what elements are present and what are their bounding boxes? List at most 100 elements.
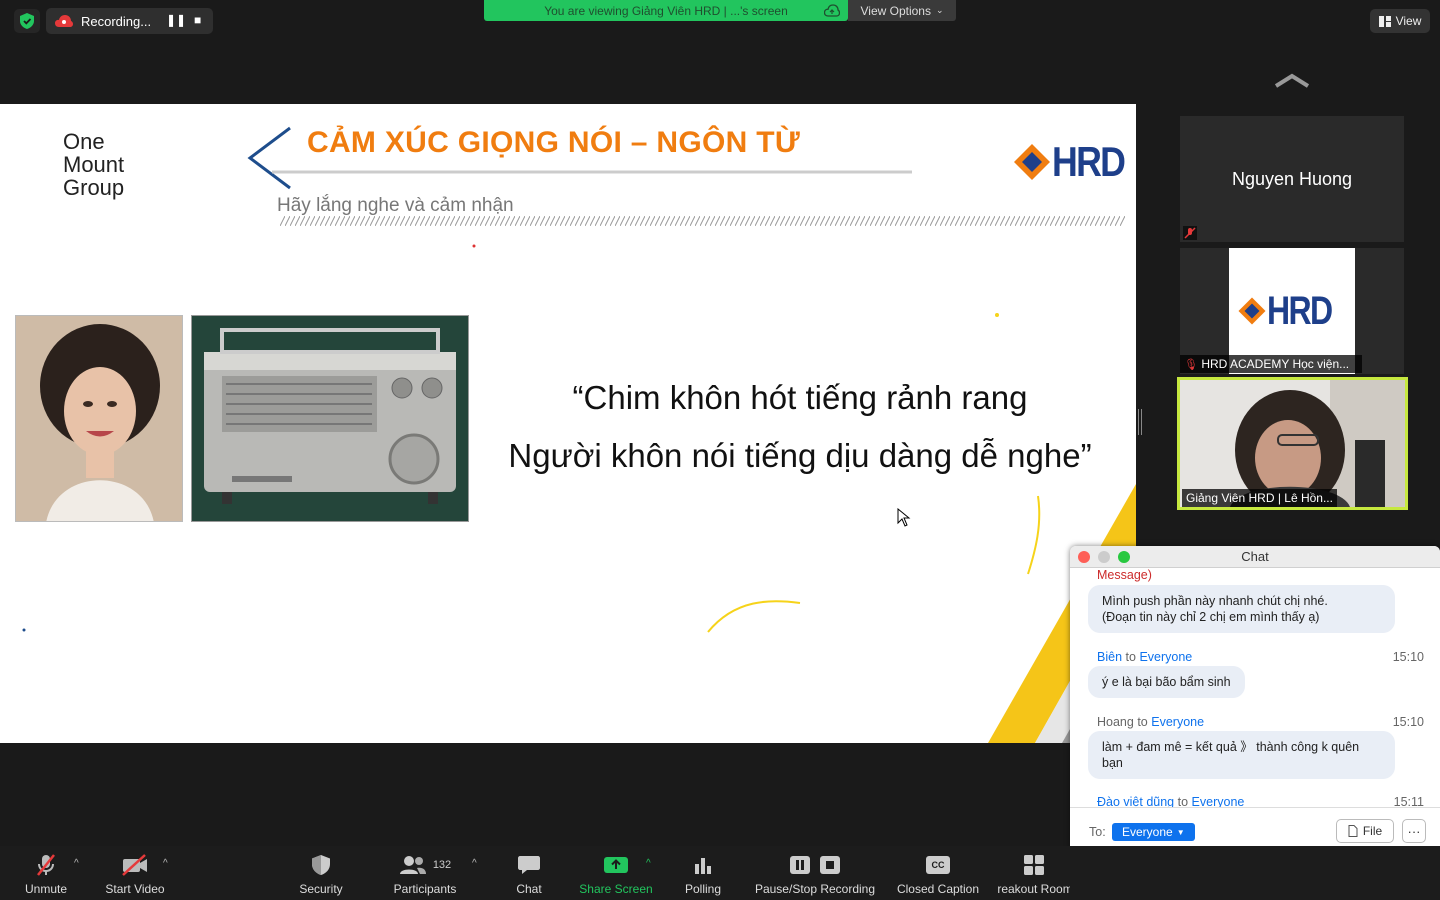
security-button[interactable]: Security bbox=[290, 846, 352, 900]
cloud-sync-icon bbox=[824, 4, 840, 17]
share-screen-icon bbox=[604, 857, 628, 873]
participants-label: Participants bbox=[393, 882, 457, 896]
hrd-diamond-icon bbox=[1238, 297, 1266, 325]
chat-messages[interactable]: Message) Mình push phần này nhanh chút c… bbox=[1070, 568, 1440, 807]
zoom-window-button[interactable] bbox=[1118, 551, 1130, 563]
message-text: (Đoạn tin này chỉ 2 chị em mình thấy ạ) bbox=[1102, 610, 1320, 624]
grid-view-icon bbox=[1378, 15, 1391, 27]
private-message-tag: Message) bbox=[1097, 568, 1152, 582]
chat-message-bubble[interactable]: ý e là bại bão bẩm sinh bbox=[1088, 666, 1245, 698]
pause-stop-recording-label: Pause/Stop Recording bbox=[754, 882, 876, 896]
participant-label-text: HRD ACADEMY Học viện... bbox=[1201, 357, 1350, 371]
more-options-button[interactable]: ··· bbox=[1402, 819, 1426, 843]
share-screen-button[interactable]: Share Screen bbox=[574, 846, 658, 900]
message-sender: Biên to Everyone bbox=[1097, 650, 1192, 664]
participants-button[interactable]: 132 Participants bbox=[386, 846, 464, 900]
to-word: to bbox=[1177, 795, 1189, 807]
recipient-value: Everyone bbox=[1122, 825, 1173, 839]
breakout-rooms-button[interactable]: Breakout Rooms bbox=[998, 846, 1070, 900]
chat-message-bubble[interactable]: Mình push phần này nhanh chút chị nhé. (… bbox=[1088, 585, 1395, 633]
participants-icon bbox=[399, 856, 426, 874]
message-text: ý e là bại bão bẩm sinh bbox=[1102, 675, 1231, 689]
recipient-name: Everyone bbox=[1151, 715, 1205, 729]
pause-icon bbox=[790, 856, 810, 874]
recipient-name: Everyone bbox=[1191, 795, 1245, 807]
share-screen-label: Share Screen bbox=[579, 882, 653, 896]
to-word: to bbox=[1137, 715, 1148, 729]
video-options-caret-icon[interactable]: ^ bbox=[163, 858, 168, 869]
chevron-down-icon: ⌄ bbox=[935, 5, 944, 15]
view-button-label: View bbox=[1395, 14, 1422, 28]
speaker-video bbox=[1180, 380, 1405, 507]
message-text: bạn bbox=[1102, 756, 1123, 770]
bar-chart-icon bbox=[695, 858, 711, 874]
file-icon bbox=[1348, 825, 1358, 837]
shared-screen-slide: One Mount Group CẢM XÚC GIỌNG NÓI – NGÔN… bbox=[0, 104, 1136, 743]
participant-tile-active-speaker[interactable]: Giảng Viên HRD | Lê Hồn... bbox=[1177, 377, 1408, 510]
file-button[interactable]: File bbox=[1336, 819, 1394, 843]
viewing-banner-text: You are viewing Giảng Viên HRD | ...'s s… bbox=[544, 3, 788, 18]
stop-recording-icon[interactable]: ■ bbox=[194, 13, 201, 27]
chat-bubble-icon bbox=[518, 856, 540, 874]
minimize-window-button[interactable] bbox=[1098, 551, 1110, 563]
recording-indicator: Recording... ❚❚ ■ bbox=[46, 8, 213, 34]
video-off-icon bbox=[122, 854, 147, 876]
participant-tile-nguyen-huong[interactable]: Nguyen Huong bbox=[1180, 116, 1404, 242]
top-bar: Recording... ❚❚ ■ You are viewing Giảng … bbox=[0, 0, 1440, 44]
share-options-caret-icon[interactable]: ^ bbox=[646, 858, 651, 869]
caret-down-icon: ▼ bbox=[1176, 827, 1185, 837]
participant-tile-hrd-academy[interactable]: HRD 🎙 HRD ACADEMY Học viện... bbox=[1180, 248, 1404, 374]
close-window-button[interactable] bbox=[1078, 551, 1090, 563]
message-time: 15:11 bbox=[1393, 795, 1424, 807]
participants-count: 132 bbox=[432, 859, 452, 871]
audio-options-caret-icon[interactable]: ^ bbox=[74, 858, 79, 869]
slide-decorations bbox=[22, 244, 1136, 743]
to-label: To: bbox=[1089, 825, 1106, 839]
stop-icon bbox=[820, 856, 840, 874]
participant-name: Nguyen Huong bbox=[1231, 168, 1353, 189]
participants-options-caret-icon[interactable]: ^ bbox=[472, 858, 477, 869]
chat-titlebar[interactable]: Chat bbox=[1070, 546, 1440, 568]
sender-name: Đào việt dũng bbox=[1097, 795, 1175, 807]
message-text: Mình push phần này nhanh chút chị nhé. bbox=[1102, 594, 1328, 608]
unmute-label: Unmute bbox=[24, 882, 68, 896]
message-sender: Đào việt dũng to Everyone bbox=[1097, 795, 1244, 807]
cloud-recording-icon bbox=[55, 15, 73, 27]
file-button-label: File bbox=[1362, 824, 1383, 838]
start-video-label: Start Video bbox=[105, 882, 165, 896]
shield-icon bbox=[312, 855, 330, 875]
closed-caption-label: Closed Caption bbox=[896, 882, 980, 896]
encryption-shield-icon[interactable] bbox=[14, 9, 40, 33]
sender-name: Biên bbox=[1097, 650, 1123, 664]
view-options-menu[interactable]: View Options ⌄ bbox=[848, 0, 956, 21]
sender-name: Hoang bbox=[1097, 715, 1134, 729]
recording-label: Recording... bbox=[81, 13, 152, 29]
message-time: 15:10 bbox=[1392, 650, 1424, 664]
recipient-name: Everyone bbox=[1139, 650, 1193, 664]
chat-button[interactable]: Chat bbox=[508, 846, 550, 900]
pause-stop-recording-button[interactable]: Pause/Stop Recording bbox=[752, 846, 878, 900]
recipient-select[interactable]: Everyone ▼ bbox=[1112, 823, 1195, 841]
panel-resize-handle[interactable] bbox=[1138, 409, 1142, 435]
chevron-up-icon[interactable] bbox=[1272, 70, 1312, 90]
muted-microphone-icon bbox=[37, 854, 55, 876]
muted-mic-icon: 🎙 bbox=[1184, 359, 1198, 371]
participant-label-text: Giảng Viên HRD | Lê Hồn... bbox=[1182, 489, 1337, 507]
message-sender: Hoang to Everyone bbox=[1097, 715, 1204, 729]
polling-button[interactable]: Polling bbox=[680, 846, 726, 900]
unmute-button[interactable]: Unmute bbox=[18, 846, 74, 900]
view-options-label: View Options bbox=[860, 3, 931, 18]
closed-caption-button[interactable]: CC Closed Caption bbox=[894, 846, 982, 900]
muted-mic-icon bbox=[1183, 226, 1197, 240]
message-time: 15:10 bbox=[1392, 715, 1424, 729]
message-text: làm + đam mê = kết quả 》 thành công k qu… bbox=[1102, 740, 1360, 754]
chat-label: Chat bbox=[516, 882, 542, 896]
start-video-button[interactable]: Start Video bbox=[100, 846, 170, 900]
meeting-toolbar: Unmute ^ Start Video ^ Security 132 Part… bbox=[0, 846, 1440, 900]
polling-label: Polling bbox=[684, 882, 722, 896]
chat-message-bubble[interactable]: làm + đam mê = kết quả 》 thành công k qu… bbox=[1088, 731, 1395, 779]
view-button[interactable]: View bbox=[1370, 9, 1430, 33]
to-word: to bbox=[1125, 650, 1136, 664]
breakout-rooms-label: Breakout Rooms bbox=[998, 882, 1070, 896]
pause-recording-icon[interactable]: ❚❚ bbox=[166, 13, 186, 27]
